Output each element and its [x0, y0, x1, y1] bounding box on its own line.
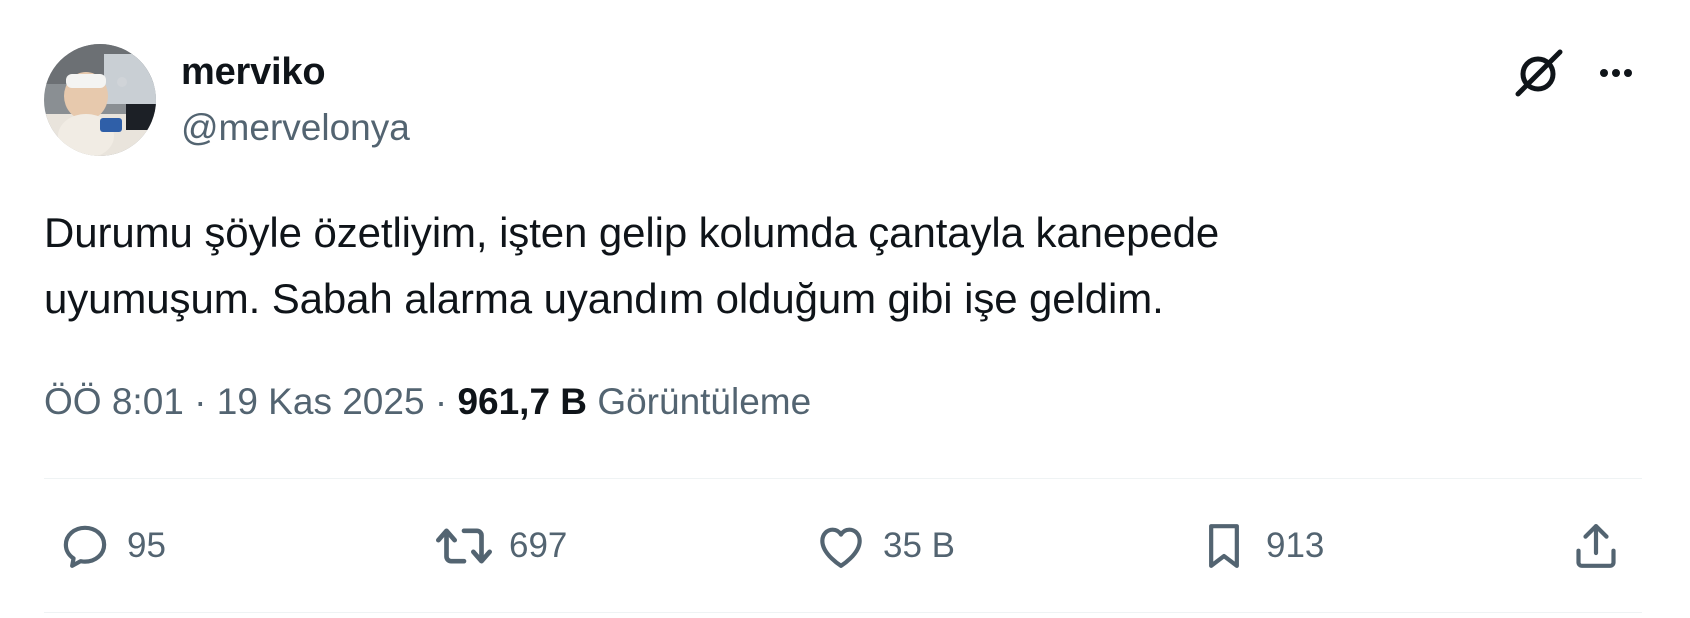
reply-icon — [63, 525, 107, 568]
retweet-count: 697 — [509, 526, 568, 565]
tweet-text: Durumu şöyle özetliyim, işten gelip kolu… — [44, 200, 1604, 332]
more-options-icon[interactable] — [1590, 50, 1642, 96]
views-count[interactable]: 961,7 B — [457, 381, 587, 422]
display-name[interactable]: merviko — [181, 48, 326, 96]
share-icon — [1576, 524, 1616, 568]
like-count: 35 B — [883, 526, 955, 565]
tweet-meta: ÖÖ 8:01 · 19 Kas 2025 · 961,7 B Görüntül… — [44, 377, 811, 427]
bookmark-button[interactable]: 913 — [1196, 516, 1324, 576]
tweet-text-line: uyumuşum. Sabah alarma uyandım olduğum g… — [44, 275, 1164, 322]
like-button[interactable]: 35 B — [813, 516, 955, 576]
tweet-time[interactable]: ÖÖ 8:01 — [44, 381, 184, 422]
meta-separator: · — [434, 381, 448, 422]
tweet-date[interactable]: 19 Kas 2025 — [217, 381, 425, 422]
divider — [44, 478, 1642, 479]
reply-count: 95 — [127, 526, 166, 565]
heart-icon — [820, 527, 862, 568]
retweet-button[interactable]: 697 — [433, 516, 567, 576]
grok-icon[interactable] — [1512, 46, 1566, 100]
retweet-icon — [436, 528, 492, 564]
tweet-text-line: Durumu şöyle özetliyim, işten gelip kolu… — [44, 209, 1220, 256]
divider — [44, 612, 1642, 613]
bookmark-icon — [1209, 524, 1239, 568]
avatar[interactable] — [44, 44, 156, 156]
meta-separator: · — [194, 381, 207, 422]
bookmark-count: 913 — [1266, 526, 1325, 565]
user-handle[interactable]: @mervelonya — [181, 104, 410, 152]
reply-button[interactable]: 95 — [57, 516, 166, 576]
views-label: Görüntüleme — [597, 381, 812, 422]
share-button[interactable] — [1568, 516, 1624, 576]
tweet-card: merviko @mervelonya Durumu şöyle özetliy… — [0, 0, 1690, 618]
